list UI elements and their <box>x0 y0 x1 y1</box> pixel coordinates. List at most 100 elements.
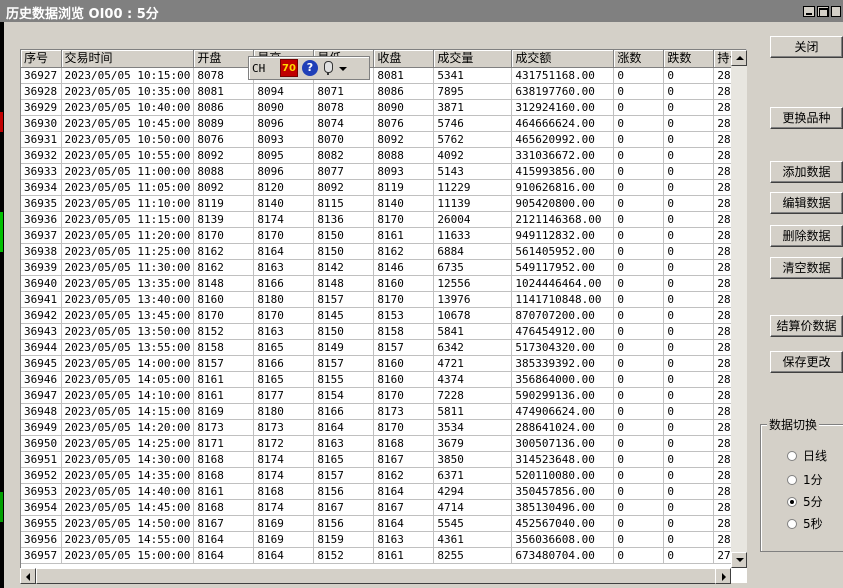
table-cell[interactable]: 2023/05/05 10:15:00 <box>61 67 195 84</box>
table-cell[interactable]: 36938 <box>21 243 62 260</box>
horizontal-scroll-thumb[interactable] <box>36 568 716 584</box>
table-cell[interactable]: 0 <box>663 147 715 164</box>
table-cell[interactable]: 0 <box>663 499 715 516</box>
table-cell[interactable]: 8161 <box>193 371 255 388</box>
table-cell[interactable]: 673480704.00 <box>511 547 615 564</box>
table-cell[interactable]: 8170 <box>253 307 315 324</box>
table-cell[interactable]: 8088 <box>193 163 255 180</box>
table-cell[interactable]: 0 <box>663 307 715 324</box>
table-cell[interactable]: 0 <box>613 67 665 84</box>
table-row[interactable]: 36943 2023/05/05 13:50:00 8152 8163 8150 8158… <box>21 323 746 340</box>
table-cell[interactable]: 8161 <box>193 483 255 500</box>
table-cell[interactable]: 36930 <box>21 115 62 132</box>
table-cell[interactable]: 0 <box>663 99 715 116</box>
table-cell[interactable]: 2023/05/05 10:55:00 <box>61 147 195 164</box>
table-cell[interactable]: 0 <box>613 403 665 420</box>
history-data-grid[interactable]: 序号交易时间开盘最高最低收盘成交量成交额涨数跌数持仓 369272023/05/… <box>20 49 747 583</box>
table-cell[interactable]: 0 <box>663 243 715 260</box>
table-cell[interactable]: 36952 <box>21 467 62 484</box>
table-cell[interactable]: 8082 <box>313 147 375 164</box>
table-cell[interactable]: 36948 <box>21 403 62 420</box>
table-cell[interactable]: 8170 <box>193 307 255 324</box>
table-row[interactable]: 36935 2023/05/05 11:10:00 8119 8140 8115 8140… <box>21 195 746 212</box>
table-cell[interactable]: 590299136.00 <box>511 387 615 404</box>
table-cell[interactable]: 0 <box>613 339 665 356</box>
table-cell[interactable]: 2023/05/05 11:15:00 <box>61 211 195 228</box>
table-cell[interactable]: 6735 <box>433 259 513 276</box>
column-header[interactable]: 跌数 <box>663 50 715 68</box>
table-cell[interactable]: 8172 <box>253 435 315 452</box>
table-cell[interactable]: 8164 <box>373 515 435 532</box>
soft-keyboard-icon[interactable]: 70 <box>280 59 298 77</box>
table-cell[interactable]: 11229 <box>433 179 513 196</box>
table-row[interactable]: 36934 2023/05/05 11:05:00 8092 8120 8092 8119… <box>21 179 746 196</box>
table-cell[interactable]: 3850 <box>433 451 513 468</box>
table-cell[interactable]: 8167 <box>313 499 375 516</box>
table-cell[interactable]: 385339392.00 <box>511 355 615 372</box>
table-cell[interactable]: 0 <box>663 211 715 228</box>
table-cell[interactable]: 2023/05/05 11:10:00 <box>61 195 195 212</box>
table-cell[interactable]: 1141710848.00 <box>511 291 615 308</box>
table-row[interactable]: 36930 2023/05/05 10:45:00 8089 8096 8074 8076… <box>21 115 746 132</box>
table-cell[interactable]: 8168 <box>373 435 435 452</box>
table-cell[interactable]: 8171 <box>193 435 255 452</box>
table-cell[interactable]: 11633 <box>433 227 513 244</box>
table-cell[interactable]: 8119 <box>193 195 255 212</box>
table-cell[interactable]: 910626816.00 <box>511 179 615 196</box>
table-cell[interactable]: 2023/05/05 14:40:00 <box>61 483 195 500</box>
table-cell[interactable]: 300507136.00 <box>511 435 615 452</box>
radio-dot[interactable] <box>787 450 797 461</box>
table-row[interactable]: 36936 2023/05/05 11:15:00 8139 8174 8136 8170… <box>21 211 746 228</box>
table-cell[interactable]: 0 <box>613 163 665 180</box>
chevron-down-icon[interactable] <box>338 60 348 76</box>
table-row[interactable]: 36952 2023/05/05 14:35:00 8168 8174 8157 8162… <box>21 467 746 484</box>
table-cell[interactable]: 8170 <box>373 211 435 228</box>
table-cell[interactable]: 0 <box>613 515 665 532</box>
column-header[interactable]: 成交量 <box>433 50 513 68</box>
table-cell[interactable]: 36950 <box>21 435 62 452</box>
table-cell[interactable]: 431751168.00 <box>511 67 615 84</box>
table-cell[interactable]: 2023/05/05 10:50:00 <box>61 131 195 148</box>
table-cell[interactable]: 8173 <box>373 403 435 420</box>
table-cell[interactable]: 0 <box>663 435 715 452</box>
table-cell[interactable]: 5841 <box>433 323 513 340</box>
table-cell[interactable]: 36936 <box>21 211 62 228</box>
radio-5sec[interactable]: 5秒 <box>787 515 823 532</box>
edit-data-button[interactable]: 编辑数据 <box>770 192 843 214</box>
table-cell[interactable]: 0 <box>613 483 665 500</box>
switch-product-button[interactable]: 更换品种 <box>770 107 843 129</box>
table-cell[interactable]: 8163 <box>373 531 435 548</box>
table-cell[interactable]: 870707200.00 <box>511 307 615 324</box>
table-cell[interactable]: 2023/05/05 14:00:00 <box>61 355 195 372</box>
close-button[interactable]: 关闭 <box>770 36 843 58</box>
table-cell[interactable]: 0 <box>663 483 715 500</box>
table-cell[interactable]: 8092 <box>193 147 255 164</box>
table-cell[interactable]: 0 <box>613 435 665 452</box>
table-cell[interactable]: 8090 <box>373 99 435 116</box>
table-cell[interactable]: 0 <box>663 403 715 420</box>
radio-dot[interactable] <box>787 474 797 485</box>
table-cell[interactable]: 474906624.00 <box>511 403 615 420</box>
table-row[interactable]: 36928 2023/05/05 10:35:00 8081 8094 8071 8086… <box>21 83 746 100</box>
minimize-icon[interactable] <box>803 6 815 17</box>
table-cell[interactable]: 8150 <box>313 243 375 260</box>
table-cell[interactable]: 2023/05/05 14:55:00 <box>61 531 195 548</box>
table-cell[interactable]: 8169 <box>193 403 255 420</box>
table-cell[interactable]: 8162 <box>193 259 255 276</box>
table-cell[interactable]: 36937 <box>21 227 62 244</box>
table-cell[interactable]: 8071 <box>313 83 375 100</box>
column-header[interactable]: 收盘 <box>373 50 435 68</box>
table-cell[interactable]: 0 <box>613 195 665 212</box>
table-cell[interactable]: 949112832.00 <box>511 227 615 244</box>
table-cell[interactable]: 2023/05/05 14:45:00 <box>61 499 195 516</box>
table-cell[interactable]: 8161 <box>193 387 255 404</box>
table-cell[interactable]: 36927 <box>21 67 62 84</box>
table-row[interactable]: 36950 2023/05/05 14:25:00 8171 8172 8163 8168… <box>21 435 746 452</box>
table-cell[interactable]: 8145 <box>313 307 375 324</box>
table-cell[interactable]: 2023/05/05 10:35:00 <box>61 83 195 100</box>
radio-dot[interactable] <box>787 518 797 529</box>
table-row[interactable]: 36927 2023/05/05 10:15:00 8078 8081 5341 4317… <box>21 67 746 84</box>
table-cell[interactable]: 8092 <box>193 179 255 196</box>
table-cell[interactable]: 8155 <box>313 371 375 388</box>
table-row[interactable]: 36956 2023/05/05 14:55:00 8164 8169 8159 8163… <box>21 531 746 548</box>
